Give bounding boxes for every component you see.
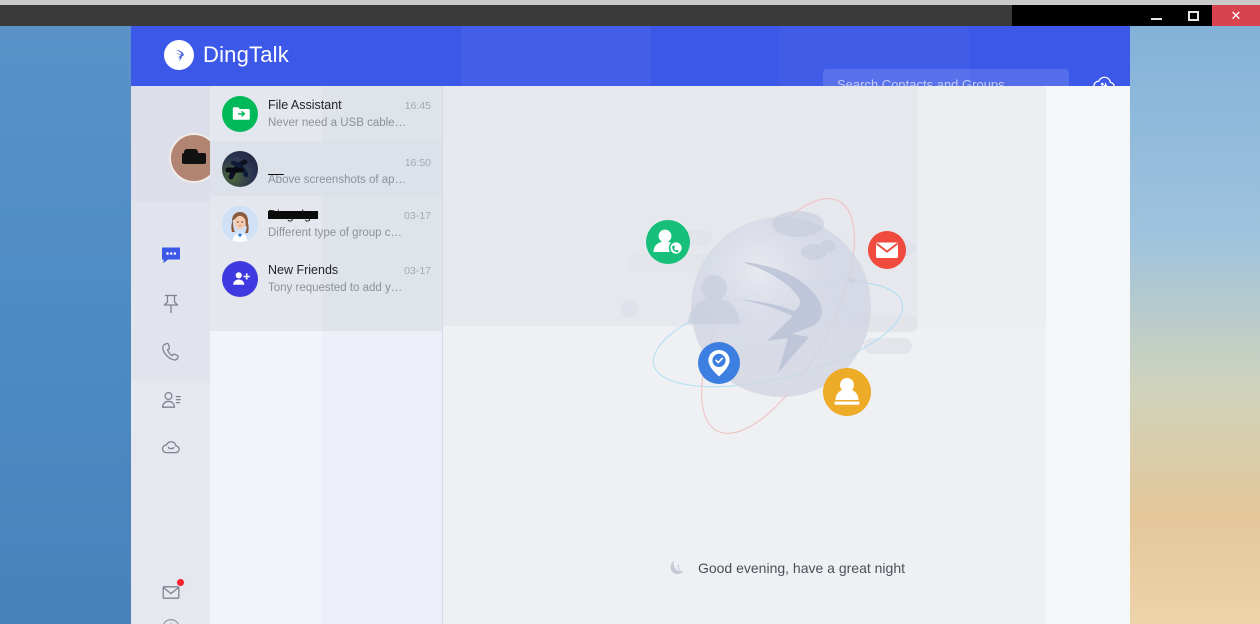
header-tint-a xyxy=(461,26,651,86)
list-item-preview: Different type of group c… xyxy=(268,227,403,239)
mail-unread-badge xyxy=(175,578,185,587)
list-item-body: New Friends 03-17 Tony requested to add … xyxy=(268,263,431,294)
list-item-name: New Friends xyxy=(268,263,339,277)
list-item-preview: Above screenshots of ap… xyxy=(268,173,431,186)
minimize-icon xyxy=(1151,17,1162,20)
brand: DingTalk xyxy=(164,40,289,70)
sidebar-item-contacts[interactable] xyxy=(131,380,210,420)
chat-bubble-icon xyxy=(161,247,180,264)
maximize-button[interactable] xyxy=(1175,5,1212,26)
greeting: Good evening, have a great night xyxy=(443,558,1130,577)
list-item-time: 16:45 xyxy=(404,100,431,112)
list-item-body: File Assistant 16:45 Never need a USB ca… xyxy=(268,98,431,129)
sidebar-item-mail[interactable] xyxy=(131,572,210,612)
dingtalk-bird-logo-icon xyxy=(164,40,194,70)
list-item[interactable]: Ding dge 03-17 Different type of group c… xyxy=(210,196,443,251)
list-item[interactable]: File Assistant 16:45 Never need a USB ca… xyxy=(210,86,443,141)
maximize-icon xyxy=(1188,10,1199,21)
list-item-preview-text: Above screenshots of ap… xyxy=(268,173,407,186)
sidebar-item-messages[interactable] xyxy=(131,236,210,276)
sidebar-item-add[interactable] xyxy=(131,608,210,624)
list-item-body: … 16:50 Above screenshots of ap… xyxy=(268,152,431,186)
name-redaction-bar xyxy=(268,211,319,219)
list-item-time: 03-17 xyxy=(404,210,431,222)
nav-rail xyxy=(131,86,219,624)
list-item-time: 03-17 xyxy=(404,265,431,277)
close-button[interactable]: ✕ xyxy=(1212,5,1260,26)
checkin-badge xyxy=(698,342,740,384)
sidebar-item-pinned[interactable] xyxy=(131,284,210,324)
person-plus-icon xyxy=(222,260,258,297)
mail-badge xyxy=(868,231,906,269)
photo-avatar-redacted xyxy=(222,150,258,187)
main-empty-state: Good evening, have a great night xyxy=(443,86,1130,624)
desktop-wallpaper-left xyxy=(0,0,131,624)
list-item[interactable]: … 16:50 Above screenshots of ap… xyxy=(210,141,443,196)
contacts-icon xyxy=(161,391,181,408)
preview-redaction-bar xyxy=(268,173,284,175)
globe-dingtalk-illustration xyxy=(618,174,938,454)
list-item-preview: Never need a USB cable… xyxy=(268,117,407,129)
cloud-icon xyxy=(161,441,180,454)
woman-avatar xyxy=(222,205,258,242)
brand-name: DingTalk xyxy=(203,42,289,67)
avatar-redaction-bar xyxy=(182,148,206,164)
folder-arrow-icon xyxy=(222,95,258,132)
phone-icon xyxy=(161,342,179,361)
contact-call-badge xyxy=(646,220,690,264)
close-icon: ✕ xyxy=(1230,8,1242,23)
list-item-name: File Assistant xyxy=(268,98,342,112)
plus-circle-icon xyxy=(162,619,179,624)
list-item-preview: Tony requested to add y… xyxy=(268,282,403,294)
list-item-body: Ding dge 03-17 Different type of group c… xyxy=(268,208,431,239)
pin-icon xyxy=(163,294,178,314)
minimize-button[interactable] xyxy=(1138,5,1175,26)
list-item-name: Ding dge xyxy=(268,208,319,222)
list-item-time: 16:50 xyxy=(404,156,431,169)
window-controls: ✕ xyxy=(1138,5,1260,26)
main-tint-b xyxy=(1046,86,1130,624)
dingtalk-window: DingTalk Search Contacts and Groups File… xyxy=(131,26,1130,624)
app-header: DingTalk xyxy=(131,26,1130,99)
crescent-moon-icon xyxy=(670,560,684,575)
greeting-text: Good evening, have a great night xyxy=(697,559,906,576)
list-item[interactable]: New Friends 03-17 Tony requested to add … xyxy=(210,251,443,306)
sidebar-item-cloud[interactable] xyxy=(131,428,210,468)
sidebar-item-calls[interactable] xyxy=(131,332,210,372)
approval-badge xyxy=(823,368,871,416)
chat-list: File Assistant 16:45 Never need a USB ca… xyxy=(210,86,444,624)
